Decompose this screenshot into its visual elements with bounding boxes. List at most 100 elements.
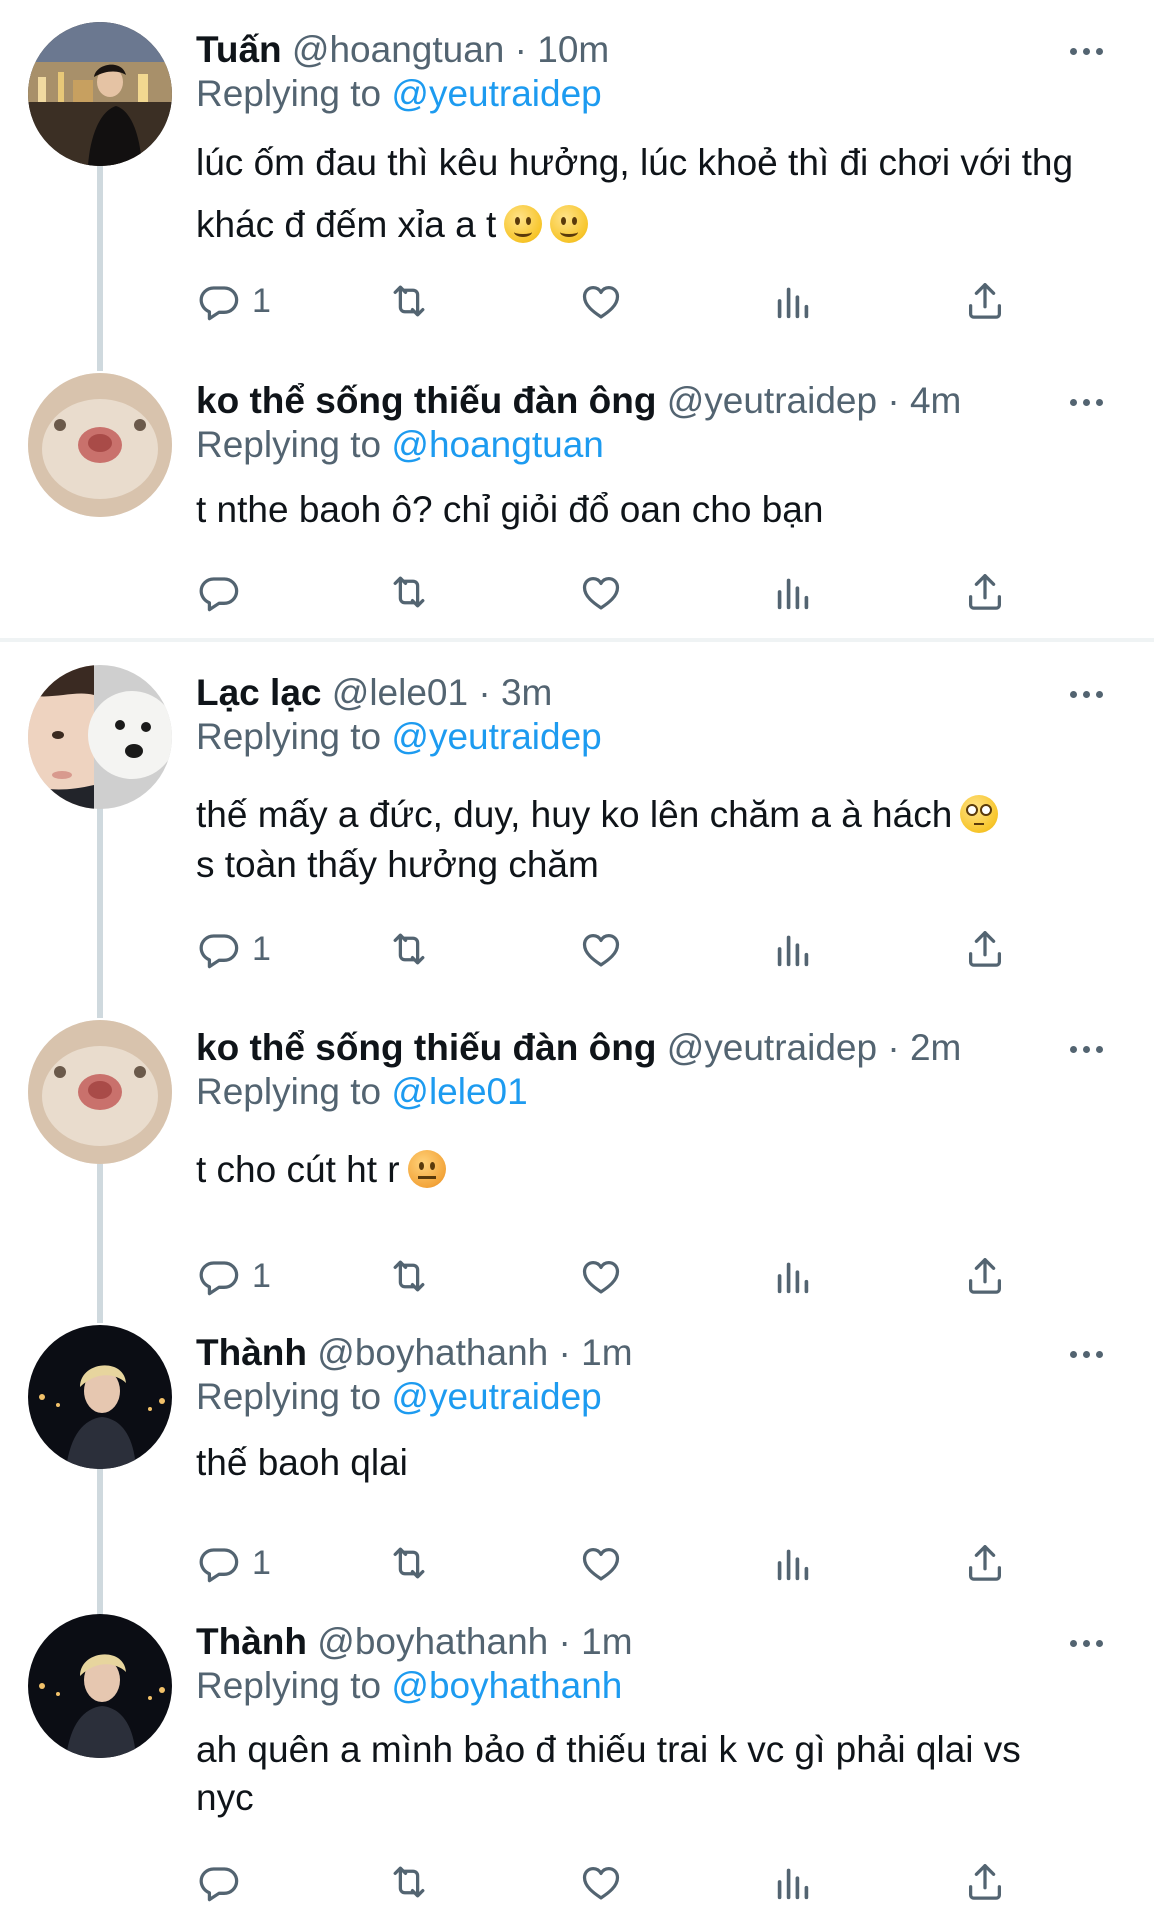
retweet-icon	[386, 569, 432, 615]
user-handle[interactable]: @hoangtuan	[292, 29, 504, 70]
more-icon[interactable]	[1070, 671, 1114, 715]
retweet-button[interactable]	[386, 568, 432, 616]
user-handle[interactable]: @lele01	[332, 672, 468, 713]
mention-link[interactable]: @lele01	[391, 1071, 527, 1112]
tweet-text-line: thế mấy a đức, duy, huy ko lên chăm a à …	[196, 794, 953, 835]
user-handle[interactable]: @yeutraidep	[667, 1027, 877, 1068]
retweet-icon	[386, 1540, 432, 1586]
avatar[interactable]	[28, 373, 172, 517]
views-button[interactable]	[770, 568, 816, 616]
views-button[interactable]	[770, 1858, 816, 1906]
more-icon[interactable]	[1070, 1026, 1114, 1070]
share-icon	[962, 926, 1008, 972]
meta-separator: ·	[478, 672, 491, 713]
display-name[interactable]: Tuấn	[196, 29, 282, 70]
reply-count: 1	[252, 1256, 271, 1295]
tweet[interactable]: ko thể sống thiếu đàn ông @yeutraidep · …	[0, 1020, 1154, 1300]
tweet[interactable]: Thành @boyhathanh · 1m Replying to @yeut…	[0, 1325, 1154, 1595]
more-icon[interactable]	[1070, 1620, 1114, 1664]
avatar[interactable]	[28, 1020, 172, 1164]
share-icon	[962, 1253, 1008, 1299]
replying-to: Replying to @yeutraidep	[196, 715, 602, 759]
like-button[interactable]	[578, 1858, 624, 1906]
replying-to: Replying to @yeutraidep	[196, 1375, 602, 1419]
user-handle[interactable]: @boyhathanh	[317, 1621, 548, 1662]
share-button[interactable]	[962, 568, 1008, 616]
reply-button[interactable]: 1	[196, 1252, 271, 1300]
share-icon	[962, 569, 1008, 615]
avatar[interactable]	[28, 665, 172, 809]
tweet-actions: 1	[196, 277, 1056, 325]
tweet[interactable]: Tuấn @hoangtuan · 10m Replying to @yeutr…	[0, 22, 1154, 322]
reply-button[interactable]	[196, 568, 242, 616]
views-button[interactable]	[770, 277, 816, 325]
tweet-text-content: t cho cút ht r	[196, 1149, 400, 1190]
tweet-header: Thành @boyhathanh · 1m	[196, 1331, 1114, 1375]
retweet-button[interactable]	[386, 1539, 432, 1587]
like-button[interactable]	[578, 925, 624, 973]
views-button[interactable]	[770, 1252, 816, 1300]
avatar[interactable]	[28, 1614, 172, 1758]
like-button[interactable]	[578, 277, 624, 325]
share-button[interactable]	[962, 1539, 1008, 1587]
slightly-smiling-face-icon	[504, 205, 543, 243]
reply-icon	[196, 1540, 242, 1586]
tweet[interactable]: Lạc lạc @lele01 · 3m Replying to @yeutra…	[0, 665, 1154, 975]
display-name[interactable]: ko thể sống thiếu đàn ông	[196, 380, 656, 421]
share-button[interactable]	[962, 1252, 1008, 1300]
mention-link[interactable]: @yeutraidep	[391, 1376, 601, 1417]
timestamp[interactable]: 1m	[581, 1621, 632, 1662]
tweet[interactable]: ko thể sống thiếu đàn ông @yeutraidep · …	[0, 373, 1154, 623]
tweet-actions	[196, 568, 1056, 616]
more-icon[interactable]	[1070, 1331, 1114, 1375]
avatar[interactable]	[28, 22, 172, 166]
avatar[interactable]	[28, 1325, 172, 1469]
timestamp[interactable]: 10m	[537, 29, 609, 70]
retweet-button[interactable]	[386, 277, 432, 325]
timestamp[interactable]: 3m	[501, 672, 552, 713]
display-name[interactable]: Thành	[196, 1621, 307, 1662]
replying-prefix: Replying to	[196, 424, 382, 465]
like-button[interactable]	[578, 1252, 624, 1300]
share-button[interactable]	[962, 277, 1008, 325]
views-button[interactable]	[770, 925, 816, 973]
tweet-text-line: nyc	[196, 1777, 254, 1818]
share-button[interactable]	[962, 1858, 1008, 1906]
tweet-text: thế baoh qlai	[196, 1438, 1114, 1488]
reply-button[interactable]: 1	[196, 277, 271, 325]
replying-prefix: Replying to	[196, 1071, 382, 1112]
mention-link[interactable]: @hoangtuan	[391, 424, 603, 465]
user-handle[interactable]: @boyhathanh	[317, 1332, 548, 1373]
tweet[interactable]: Thành @boyhathanh · 1m Replying to @boyh…	[0, 1614, 1154, 1920]
heart-icon	[578, 1253, 624, 1299]
tweet-text: ah quên a mình bảo đ thiếu trai k vc gì …	[196, 1726, 1114, 1822]
reply-button[interactable]: 1	[196, 925, 271, 973]
like-button[interactable]	[578, 1539, 624, 1587]
timestamp[interactable]: 2m	[910, 1027, 961, 1068]
display-name[interactable]: Lạc lạc	[196, 672, 321, 713]
timestamp[interactable]: 4m	[910, 380, 961, 421]
retweet-icon	[386, 1253, 432, 1299]
retweet-button[interactable]	[386, 925, 432, 973]
like-button[interactable]	[578, 568, 624, 616]
timestamp[interactable]: 1m	[581, 1332, 632, 1373]
user-handle[interactable]: @yeutraidep	[667, 380, 877, 421]
retweet-button[interactable]	[386, 1858, 432, 1906]
tweet-header: Tuấn @hoangtuan · 10m	[196, 28, 1114, 72]
more-icon[interactable]	[1070, 379, 1114, 423]
tweet-text-line: ah quên a mình bảo đ thiếu trai k vc gì …	[196, 1729, 1021, 1770]
mention-link[interactable]: @yeutraidep	[391, 73, 601, 114]
display-name[interactable]: ko thể sống thiếu đàn ông	[196, 1027, 656, 1068]
tweet-actions: 1	[196, 925, 1056, 973]
display-name[interactable]: Thành	[196, 1332, 307, 1373]
share-button[interactable]	[962, 925, 1008, 973]
mention-link[interactable]: @yeutraidep	[391, 716, 601, 757]
mention-link[interactable]: @boyhathanh	[391, 1665, 622, 1706]
reply-count: 1	[252, 1543, 271, 1582]
retweet-button[interactable]	[386, 1252, 432, 1300]
more-icon[interactable]	[1070, 28, 1114, 72]
share-icon	[962, 1859, 1008, 1905]
reply-button[interactable]	[196, 1858, 242, 1906]
reply-button[interactable]: 1	[196, 1539, 271, 1587]
views-button[interactable]	[770, 1539, 816, 1587]
